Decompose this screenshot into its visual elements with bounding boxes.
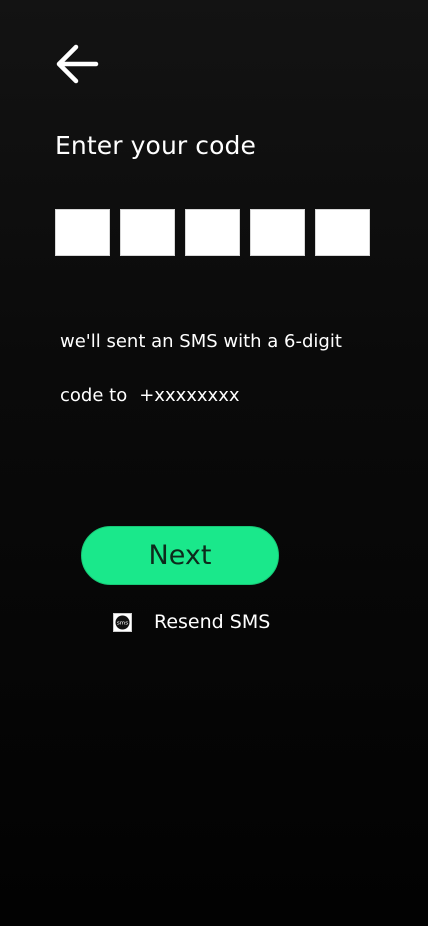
code-digit-1[interactable] [55, 209, 110, 256]
next-button[interactable]: Next [81, 526, 279, 585]
resend-sms-label: Resend SMS [154, 611, 271, 633]
back-button[interactable] [50, 38, 102, 90]
sms-info-line-1: we'll sent an SMS with a 6-digit [60, 331, 342, 352]
code-digit-2[interactable] [120, 209, 175, 256]
code-input-group [55, 209, 370, 256]
page-title: Enter your code [55, 131, 256, 160]
code-digit-5[interactable] [315, 209, 370, 256]
sms-info-prefix: code to [60, 385, 128, 406]
phone-number: +xxxxxxxx [139, 385, 240, 406]
arrow-left-icon [56, 44, 99, 84]
sms-icon: sms [113, 612, 132, 632]
sms-info-line-2: code to +xxxxxxxx [60, 382, 380, 409]
sms-info-text: we'll sent an SMS with a 6-digit code to… [60, 301, 380, 436]
code-digit-3[interactable] [185, 209, 240, 256]
sms-icon-text: sms [117, 620, 128, 626]
code-digit-4[interactable] [250, 209, 305, 256]
resend-sms-button[interactable]: sms Resend SMS [113, 611, 270, 633]
